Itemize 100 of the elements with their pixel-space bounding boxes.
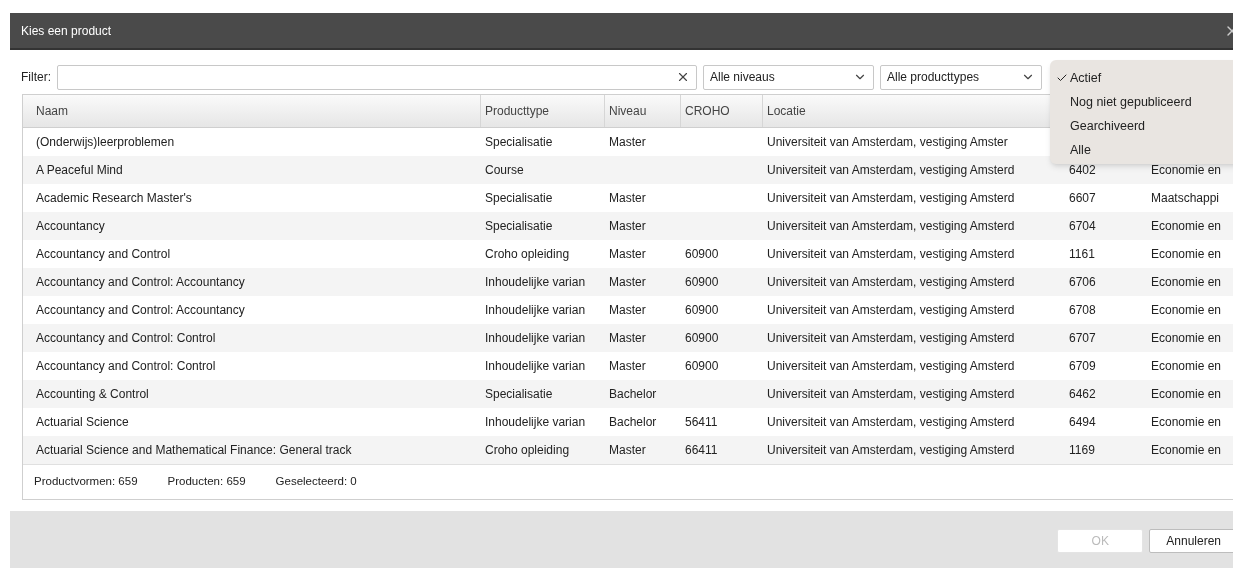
table-row[interactable]: Accountancy Specialisatie Master Universiteit van Amsterdam, vestiging Amsterd 6704 Economie en <box>23 212 1233 240</box>
table-cell: Universiteit van Amsterdam, vestiging Amsterd <box>767 443 1015 457</box>
dropdown-select[interactable]: Alle producttypes <box>880 64 1042 90</box>
table-row[interactable]: Accountancy and Control: Control Inhoudelijke varian Master 60900 Universiteit van Amsterdam, vestiging Amsterd 6707 Economie en <box>23 324 1233 352</box>
table-cell: 6704 <box>1069 219 1096 233</box>
table-cell: Accountancy <box>36 219 105 233</box>
table-cell: Universiteit van Amsterdam, vestiging Amsterd <box>767 359 1015 373</box>
table-cell: Economie en <box>1151 387 1222 401</box>
table-cell: A Peaceful Mind <box>36 163 123 177</box>
table-cell: 60900 <box>685 275 719 289</box>
column-header[interactable]: Niveau <box>609 102 647 120</box>
table-cell: Inhoudelijke varian <box>485 359 586 373</box>
table-cell: Universiteit van Amsterdam, vestiging Amster <box>767 135 1008 149</box>
table-cell: Croho opleiding <box>485 443 570 457</box>
table-cell: Specialisatie <box>485 219 553 233</box>
table-cell: Croho opleiding <box>485 247 570 261</box>
clear-icon[interactable] <box>676 70 690 84</box>
table-cell: Universiteit van Amsterdam, vestiging Amsterd <box>767 191 1015 205</box>
table-cell: Economie en <box>1151 359 1222 373</box>
table-cell: 6708 <box>1069 303 1096 317</box>
table-cell: Master <box>609 443 646 457</box>
table-cell: Specialisatie <box>485 191 553 205</box>
column-header[interactable]: CROHO <box>685 102 730 120</box>
table-cell: 6494 <box>1069 415 1096 429</box>
table-cell: Universiteit van Amsterdam, vestiging Amsterd <box>767 415 1015 429</box>
table-cell: Master <box>609 247 646 261</box>
table-cell: Inhoudelijke varian <box>485 331 586 345</box>
column-header[interactable]: Producttype <box>485 102 550 120</box>
table-cell: 60900 <box>685 303 719 317</box>
table-cell: Inhoudelijke varian <box>485 275 586 289</box>
table-cell: Bachelor <box>609 387 657 401</box>
table-row[interactable]: A Peaceful Mind Course Universiteit van Amsterdam, vestiging Amsterd 6402 Economie en <box>23 156 1233 184</box>
table-cell: 6709 <box>1069 359 1096 373</box>
table-cell: 6707 <box>1069 331 1096 345</box>
table-cell: Master <box>609 331 646 345</box>
table-cell: Accountancy and Control: Control <box>36 359 216 373</box>
column-header[interactable]: Naam <box>36 102 68 120</box>
table-cell: 6462 <box>1069 387 1096 401</box>
table-cell: 1169 <box>1069 443 1095 457</box>
table-cell: Universiteit van Amsterdam, vestiging Amsterd <box>767 163 1015 177</box>
table-cell: 6402 <box>1069 163 1096 177</box>
table-cell: Course <box>485 163 524 177</box>
count-label: Productvormen: 659 <box>34 474 138 490</box>
filter-label: Filter: <box>21 69 51 86</box>
table-cell: 60900 <box>685 331 719 345</box>
dialog-button[interactable]: Annuleren <box>1149 529 1233 553</box>
table-cell: Universiteit van Amsterdam, vestiging Amsterd <box>767 247 1015 261</box>
table-cell: Economie en <box>1151 163 1222 177</box>
dropdown-select[interactable]: Alle niveaus <box>703 64 874 90</box>
table-cell: Master <box>609 275 646 289</box>
count-label: Producten: 659 <box>167 474 246 490</box>
table-cell: Master <box>609 191 646 205</box>
table-cell: 60900 <box>685 359 719 373</box>
table-cell: Accounting & Control <box>36 387 149 401</box>
table-cell: Universiteit van Amsterdam, vestiging Amsterd <box>767 275 1015 289</box>
table-cell: Economie en <box>1151 443 1222 457</box>
table-cell: Universiteit van Amsterdam, vestiging Amsterd <box>767 219 1015 233</box>
table-cell: Master <box>609 303 646 317</box>
table-cell: Accountancy and Control <box>36 247 171 261</box>
menu-item[interactable]: Nog niet gepubliceerd <box>1050 90 1233 114</box>
table-cell: Economie en <box>1151 331 1222 345</box>
table-row[interactable]: Actuarial Science and Mathematical Finance: General track Croho opleiding Master 66411 Universiteit van Amsterdam, vestiging Amsterd 1169 Economie en <box>23 436 1233 464</box>
table-cell: Inhoudelijke varian <box>485 303 586 317</box>
table-cell: 66411 <box>685 443 718 457</box>
table-cell: Master <box>609 219 646 233</box>
table-cell: Accountancy and Control: Accountancy <box>36 303 245 317</box>
table-cell: Universiteit van Amsterdam, vestiging Amsterd <box>767 331 1015 345</box>
column-header[interactable]: Locatie <box>767 102 806 120</box>
table-cell: Economie en <box>1151 275 1222 289</box>
table-cell: 6607 <box>1069 191 1096 205</box>
count-label: Geselecteerd: 0 <box>275 474 357 490</box>
table-cell: (Onderwijs)leerproblemen <box>36 135 175 149</box>
table-cell: 6706 <box>1069 275 1096 289</box>
menu-item[interactable]: Actief <box>1050 66 1233 90</box>
dialog-title: Kies een product <box>21 22 112 40</box>
table-cell: Accountancy and Control: Control <box>36 331 216 345</box>
table-cell: Maatschappi <box>1151 191 1220 205</box>
table-cell: Actuarial Science <box>36 415 129 429</box>
table-cell: Specialisatie <box>485 135 553 149</box>
table-cell: Specialisatie <box>485 387 553 401</box>
table-cell: Economie en <box>1151 303 1222 317</box>
table-cell: Actuarial Science and Mathematical Finance: General track <box>36 443 352 457</box>
table-cell: Economie en <box>1151 415 1222 429</box>
table-row[interactable]: Accountancy and Control: Accountancy Inhoudelijke varian Master 60900 Universiteit van Amsterdam, vestiging Amsterd 6706 Economie en <box>23 268 1233 296</box>
table-cell: Economie en <box>1151 247 1222 261</box>
table-cell: Universiteit van Amsterdam, vestiging Amsterd <box>767 303 1015 317</box>
menu-item[interactable]: Gearchiveerd <box>1050 114 1233 138</box>
table-cell: 60900 <box>685 247 719 261</box>
table-cell: Master <box>609 135 646 149</box>
table-cell: Universiteit van Amsterdam, vestiging Amsterd <box>767 387 1015 401</box>
table-cell: Bachelor <box>609 415 657 429</box>
table-cell: Master <box>609 359 646 373</box>
filter-field[interactable] <box>57 64 697 90</box>
table-cell: Academic Research Master's <box>36 191 192 205</box>
table-cell: Inhoudelijke varian <box>485 415 586 429</box>
table-cell: 56411 <box>685 415 718 429</box>
table-cell: Economie en <box>1151 219 1222 233</box>
table-cell: 1161 <box>1069 247 1095 261</box>
table-cell: Accountancy and Control: Accountancy <box>36 275 245 289</box>
table-row[interactable]: Accounting & Control Specialisatie Bachelor Universiteit van Amsterdam, vestiging Amsterd 6462 Economie en <box>23 380 1233 408</box>
